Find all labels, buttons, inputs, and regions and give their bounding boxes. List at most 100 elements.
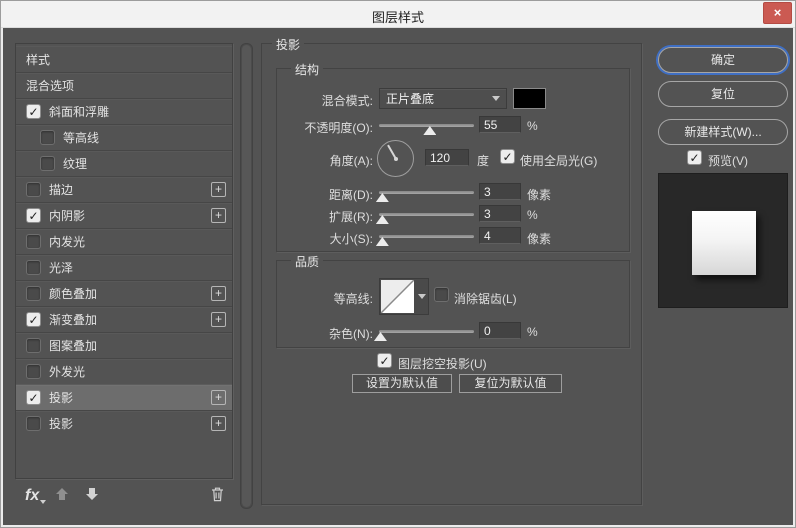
- style-list-item[interactable]: ✓ 等高线: [16, 124, 232, 150]
- slider-thumb[interactable]: [375, 237, 389, 246]
- slider-thumb[interactable]: [373, 332, 387, 341]
- fx-menu-button[interactable]: fx: [25, 487, 47, 505]
- plus-icon[interactable]: +: [211, 312, 226, 327]
- arrow-up-icon: [56, 487, 69, 500]
- check-icon: ✓: [502, 149, 513, 164]
- reset-button[interactable]: 复位: [658, 81, 788, 107]
- plus-icon[interactable]: +: [211, 416, 226, 431]
- distance-slider[interactable]: [375, 186, 474, 202]
- style-checkbox[interactable]: ✓: [26, 234, 41, 249]
- style-checkbox[interactable]: ✓: [26, 208, 41, 223]
- plus-icon[interactable]: +: [211, 182, 226, 197]
- style-checkbox[interactable]: ✓: [40, 156, 55, 171]
- style-list[interactable]: 样式 混合选项 ✓ 斜面和浮雕 ✓ 等高线 ✓ 纹理 ✓ 描边 + ✓ 内阴影 …: [15, 43, 233, 479]
- angle-label: 角度(A):: [329, 154, 373, 168]
- style-checkbox[interactable]: ✓: [26, 416, 41, 431]
- check-icon: ✓: [689, 150, 700, 165]
- style-checkbox[interactable]: ✓: [26, 182, 41, 197]
- plus-icon[interactable]: +: [211, 390, 226, 405]
- structure-legend: 结构: [291, 61, 324, 78]
- make-default-button[interactable]: 设置为默认值: [352, 374, 452, 393]
- move-effect-up-button[interactable]: [55, 487, 69, 506]
- slider-thumb[interactable]: [375, 193, 389, 202]
- style-item-label: 斜面和浮雕: [49, 105, 110, 119]
- reset-default-button[interactable]: 复位为默认值: [459, 374, 562, 393]
- style-checkbox[interactable]: ✓: [26, 312, 41, 327]
- style-list-scrollbar[interactable]: [240, 43, 253, 509]
- style-list-item[interactable]: 混合选项: [16, 72, 232, 98]
- slider-thumb[interactable]: [375, 215, 389, 224]
- quality-group: 品质 等高线: ✓ 消除锯齿(L) 杂色(N): %: [276, 253, 630, 348]
- new-style-button[interactable]: 新建样式(W)...: [658, 119, 788, 145]
- style-list-item[interactable]: ✓ 纹理: [16, 150, 232, 176]
- style-list-item[interactable]: ✓ 投影 +: [16, 410, 232, 436]
- opacity-slider[interactable]: [379, 119, 474, 135]
- chevron-down-icon[interactable]: [415, 279, 428, 314]
- style-item-label: 投影: [49, 391, 74, 405]
- style-checkbox[interactable]: ✓: [40, 130, 55, 145]
- knockout-checkbox[interactable]: ✓: [377, 353, 392, 368]
- check-icon: ✓: [379, 353, 390, 368]
- close-button[interactable]: ×: [763, 2, 792, 24]
- style-checkbox[interactable]: ✓: [26, 286, 41, 301]
- drop-shadow-panel: 投影 结构 混合模式: 正片叠底 不透明度(O): % 角度(A):: [261, 36, 642, 505]
- global-light-checkbox[interactable]: ✓: [500, 149, 515, 164]
- titlebar[interactable]: 图层样式 ×: [1, 1, 795, 28]
- style-list-item[interactable]: ✓ 投影 +: [16, 384, 232, 410]
- contour-thumbnail: [381, 280, 414, 313]
- style-list-item[interactable]: ✓ 外发光: [16, 358, 232, 384]
- fx-caret-icon: [40, 500, 47, 504]
- ok-button[interactable]: 确定: [658, 47, 788, 73]
- style-preview: [658, 173, 788, 308]
- style-list-item[interactable]: ✓ 描边 +: [16, 176, 232, 202]
- style-list-item[interactable]: ✓ 图案叠加: [16, 332, 232, 358]
- blend-mode-select[interactable]: 正片叠底: [379, 88, 507, 109]
- blend-mode-label: 混合模式:: [321, 94, 373, 108]
- spread-slider[interactable]: [375, 208, 474, 224]
- slider-thumb[interactable]: [423, 126, 437, 135]
- noise-input[interactable]: [479, 322, 521, 339]
- spread-label: 扩展(R):: [329, 210, 373, 224]
- style-list-toolbar: fx: [15, 484, 233, 508]
- style-item-label: 光泽: [49, 261, 74, 275]
- spread-input[interactable]: [479, 205, 521, 222]
- preview-label: 预览(V): [708, 154, 748, 168]
- knockout-label: 图层挖空投影(U): [398, 357, 487, 371]
- delete-effect-button[interactable]: [210, 486, 225, 507]
- style-list-item[interactable]: 样式: [16, 46, 232, 72]
- preview-checkbox[interactable]: ✓: [687, 150, 702, 165]
- move-effect-down-button[interactable]: [85, 487, 99, 506]
- style-list-item[interactable]: ✓ 光泽: [16, 254, 232, 280]
- style-checkbox[interactable]: ✓: [26, 364, 41, 379]
- shadow-color-swatch[interactable]: [513, 88, 546, 109]
- size-input[interactable]: [479, 227, 521, 244]
- style-checkbox[interactable]: ✓: [26, 260, 41, 275]
- style-list-item[interactable]: ✓ 斜面和浮雕: [16, 98, 232, 124]
- contour-picker[interactable]: [379, 278, 429, 315]
- opacity-input[interactable]: [479, 116, 521, 133]
- preview-thumbnail: [692, 211, 756, 275]
- slider-track: [379, 124, 474, 127]
- angle-input[interactable]: [425, 149, 469, 166]
- distance-input[interactable]: [479, 183, 521, 200]
- plus-icon[interactable]: +: [211, 286, 226, 301]
- distance-unit: 像素: [527, 188, 552, 202]
- size-slider[interactable]: [375, 230, 474, 246]
- opacity-unit: %: [527, 119, 538, 133]
- size-unit: 像素: [527, 232, 552, 246]
- style-list-item[interactable]: ✓ 渐变叠加 +: [16, 306, 232, 332]
- angle-dial[interactable]: [377, 140, 414, 177]
- noise-slider[interactable]: [373, 325, 474, 341]
- slider-track: [379, 235, 474, 238]
- plus-icon[interactable]: +: [211, 208, 226, 223]
- style-checkbox[interactable]: ✓: [26, 338, 41, 353]
- size-label: 大小(S):: [329, 232, 373, 246]
- style-checkbox[interactable]: ✓: [26, 104, 41, 119]
- scrollbar-thumb[interactable]: [242, 45, 251, 507]
- style-list-item[interactable]: ✓ 内阴影 +: [16, 202, 232, 228]
- antialias-checkbox[interactable]: ✓: [434, 287, 449, 302]
- style-list-item[interactable]: ✓ 内发光: [16, 228, 232, 254]
- blend-mode-value: 正片叠底: [386, 92, 435, 106]
- style-checkbox[interactable]: ✓: [26, 390, 41, 405]
- style-list-item[interactable]: ✓ 颜色叠加 +: [16, 280, 232, 306]
